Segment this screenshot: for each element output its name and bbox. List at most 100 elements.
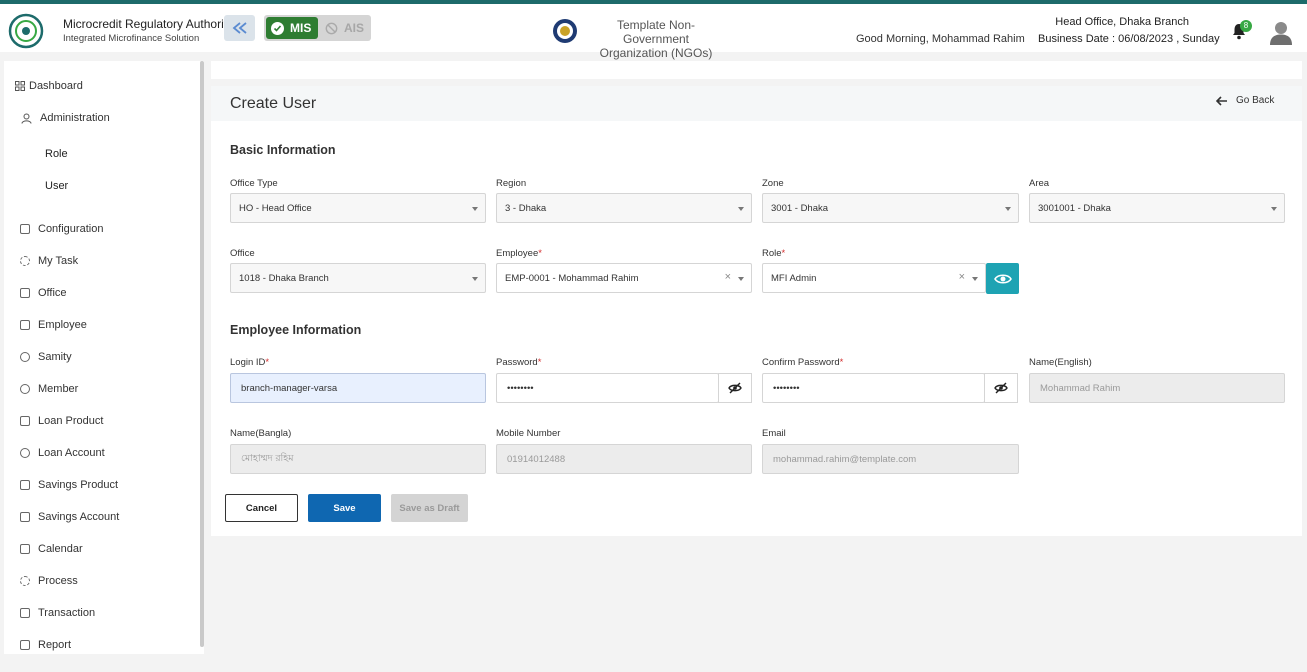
cancel-button[interactable]: Cancel: [225, 494, 298, 522]
caret-down-icon: [738, 277, 744, 281]
sidebar-item-loan-account[interactable]: Loan Account: [20, 442, 204, 464]
sidebar-item-loan-product[interactable]: Loan Product: [20, 410, 204, 432]
double-chevron-left-icon: [232, 22, 247, 34]
sidebar-item-configuration[interactable]: Configuration: [20, 218, 204, 240]
sidebar-item-process[interactable]: Process: [20, 570, 204, 592]
region-label: Region: [496, 178, 527, 189]
caret-down-icon: [1271, 207, 1277, 211]
user-avatar-icon[interactable]: [1268, 20, 1294, 46]
sidebar-item-employee[interactable]: Employee: [20, 314, 204, 336]
sidebar-subitem-role[interactable]: Role: [45, 148, 68, 160]
area-select[interactable]: 3001001 - Dhaka: [1029, 193, 1285, 223]
blocked-icon: [325, 22, 338, 34]
business-date: Business Date : 06/08/2023 , Sunday: [1038, 33, 1220, 45]
clear-icon[interactable]: ×: [725, 271, 731, 283]
sidebar-item-dashboard[interactable]: Dashboard: [15, 75, 204, 97]
branch-name: Head Office, Dhaka Branch: [1055, 16, 1189, 28]
sidebar-item-savings-account[interactable]: Savings Account: [20, 506, 204, 528]
page-title: Create User: [230, 95, 317, 112]
role-select[interactable]: MFI Admin ×: [762, 263, 986, 293]
ais-mode-button[interactable]: AIS: [322, 17, 369, 39]
mis-label: MIS: [290, 21, 312, 35]
employee-select[interactable]: EMP-0001 - Mohammad Rahim ×: [496, 263, 752, 293]
greeting-text: Good Morning, Mohammad Rahim: [856, 33, 1025, 45]
card-header: Create User Go Back: [211, 86, 1302, 121]
name-english-input: Mohammad Rahim: [1029, 373, 1285, 403]
clear-icon[interactable]: ×: [959, 271, 965, 283]
sidebar-label-administration: Administration: [40, 112, 110, 124]
name-english-label: Name(English): [1029, 357, 1092, 368]
samity-icon: [20, 352, 30, 362]
configuration-icon: [20, 224, 30, 234]
sidebar-item-transaction[interactable]: Transaction: [20, 602, 204, 624]
sidebar-item-calendar[interactable]: Calendar: [20, 538, 204, 560]
eye-slash-icon: [994, 382, 1008, 394]
go-back-button[interactable]: Go Back: [1216, 95, 1274, 106]
office-type-label: Office Type: [230, 178, 278, 189]
region-select[interactable]: 3 - Dhaka: [496, 193, 752, 223]
caret-down-icon: [472, 277, 478, 281]
sidebar-item-administration[interactable]: Administration: [21, 107, 204, 129]
office-type-select[interactable]: HO - Head Office: [230, 193, 486, 223]
password-label: Password*: [496, 357, 542, 368]
confirm-password-label: Confirm Password*: [762, 357, 844, 368]
org-title: Microcredit Regulatory Authority: [63, 17, 234, 31]
savings-account-icon: [20, 512, 30, 522]
task-icon: [20, 256, 30, 266]
zone-select[interactable]: 3001 - Dhaka: [762, 193, 1019, 223]
arrow-left-icon: [1216, 95, 1227, 106]
office-label: Office: [230, 248, 255, 259]
admin-icon: [21, 113, 32, 124]
ais-label: AIS: [344, 21, 365, 35]
save-as-draft-button[interactable]: Save as Draft: [391, 494, 468, 522]
name-bangla-input: মোহাম্মদ রহিম: [230, 444, 486, 474]
name-bangla-label: Name(Bangla): [230, 428, 292, 439]
sidebar: Dashboard Administration Role User Confi…: [4, 61, 204, 654]
password-input[interactable]: ••••••••: [496, 373, 719, 403]
notification-badge: 8: [1240, 20, 1252, 32]
grid-icon: [15, 81, 25, 91]
eye-slash-icon: [728, 382, 742, 394]
confirm-password-visibility-toggle[interactable]: [984, 373, 1018, 403]
sidebar-item-report[interactable]: Report: [20, 634, 204, 654]
view-role-button[interactable]: [986, 263, 1019, 294]
password-visibility-toggle[interactable]: [718, 373, 752, 403]
caret-down-icon: [472, 207, 478, 211]
sidebar-subitem-user[interactable]: User: [45, 180, 68, 192]
savings-product-icon: [20, 480, 30, 490]
area-label: Area: [1029, 178, 1050, 189]
loan-product-icon: [20, 416, 30, 426]
employee-label: Employee*: [496, 248, 542, 259]
org-subtitle: Integrated Microfinance Solution: [63, 33, 200, 44]
transaction-icon: [20, 608, 30, 618]
sidebar-scrollbar[interactable]: [200, 61, 204, 647]
login-id-input[interactable]: branch-manager-varsa: [230, 373, 486, 403]
sidebar-item-my-task[interactable]: My Task: [20, 250, 204, 272]
caret-down-icon: [1005, 207, 1011, 211]
confirm-password-input[interactable]: ••••••••: [762, 373, 985, 403]
mobile-number-input: 01914012488: [496, 444, 752, 474]
member-icon: [20, 384, 30, 394]
sidebar-item-samity[interactable]: Samity: [20, 346, 204, 368]
employee-icon: [20, 320, 30, 330]
office-icon: [20, 288, 30, 298]
eye-icon: [993, 273, 1012, 284]
check-icon: [271, 21, 284, 35]
caret-down-icon: [738, 207, 744, 211]
employee-information-heading: Employee Information: [230, 323, 362, 337]
sidebar-item-office[interactable]: Office: [20, 282, 204, 304]
caret-down-icon: [972, 277, 978, 281]
save-button[interactable]: Save: [308, 494, 381, 522]
mis-mode-button[interactable]: MIS: [266, 17, 318, 39]
sidebar-item-member[interactable]: Member: [20, 378, 204, 400]
mobile-number-label: Mobile Number: [496, 428, 561, 439]
create-user-card: Create User Go Back Basic Information Of…: [211, 86, 1302, 536]
office-select[interactable]: 1018 - Dhaka Branch: [230, 263, 486, 293]
calendar-icon: [20, 544, 30, 554]
content-top-strip: [211, 61, 1302, 79]
ngo-seal-icon: [553, 19, 577, 43]
report-icon: [20, 640, 30, 650]
sidebar-collapse-button[interactable]: [224, 15, 255, 41]
sidebar-item-savings-product[interactable]: Savings Product: [20, 474, 204, 496]
ngo-name: Template Non-Government Organization (NG…: [599, 18, 713, 60]
